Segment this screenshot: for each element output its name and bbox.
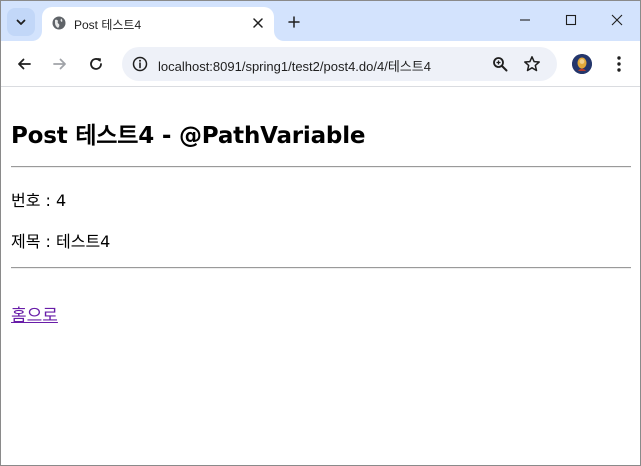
post-title: 제목 : 테스트4 xyxy=(11,232,111,251)
reload-button[interactable] xyxy=(82,50,110,78)
forward-button[interactable] xyxy=(46,50,74,78)
address-bar[interactable]: localhost:8091/spring1/test2/post4.do/4/… xyxy=(122,47,557,81)
zoom-in-icon xyxy=(493,57,508,72)
tab-strip: Post 테스트4 xyxy=(1,1,640,41)
url-text[interactable]: localhost:8091/spring1/test2/post4.do/4/… xyxy=(158,56,431,75)
bookmark-button[interactable] xyxy=(522,54,542,74)
info-icon xyxy=(132,56,148,72)
maximize-icon xyxy=(565,14,577,26)
divider xyxy=(11,166,631,168)
arrow-right-icon xyxy=(53,58,66,70)
close-icon xyxy=(611,14,623,26)
divider xyxy=(11,267,631,269)
globe-icon xyxy=(52,16,66,30)
plus-icon xyxy=(288,16,300,28)
tab-active[interactable]: Post 테스트4 xyxy=(42,7,274,41)
zoom-button[interactable] xyxy=(490,54,510,74)
new-tab-button[interactable] xyxy=(283,11,305,33)
close-icon xyxy=(253,18,263,28)
home-link[interactable]: 홈으로 xyxy=(11,301,58,326)
page-content: Post 테스트4 - @PathVariable 번호 : 4 제목 : 테스… xyxy=(1,88,640,465)
arrow-left-icon xyxy=(18,58,31,70)
star-icon xyxy=(524,56,540,72)
tab-title: Post 테스트4 xyxy=(74,18,142,32)
reload-icon xyxy=(90,58,102,70)
minimize-button[interactable] xyxy=(502,1,548,39)
minimize-icon xyxy=(520,19,530,21)
page-title: Post 테스트4 - @PathVariable xyxy=(11,123,366,149)
maximize-button[interactable] xyxy=(548,1,594,39)
avatar[interactable] xyxy=(572,54,592,74)
browser-toolbar: localhost:8091/spring1/test2/post4.do/4/… xyxy=(1,41,640,87)
profile-avatar-icon xyxy=(572,54,592,74)
more-vert-icon xyxy=(617,56,621,72)
post-number: 번호 : 4 xyxy=(11,191,67,210)
browser-window: Post 테스트4 localhost:8091/spring1/test2/p… xyxy=(0,0,641,466)
chevron-down-icon xyxy=(16,19,26,25)
back-button[interactable] xyxy=(10,50,38,78)
site-info-button[interactable] xyxy=(130,54,150,74)
tab-close-button[interactable] xyxy=(249,14,267,32)
close-window-button[interactable] xyxy=(594,1,640,39)
tab-search-button[interactable] xyxy=(7,8,35,36)
browser-menu-button[interactable] xyxy=(607,52,631,76)
